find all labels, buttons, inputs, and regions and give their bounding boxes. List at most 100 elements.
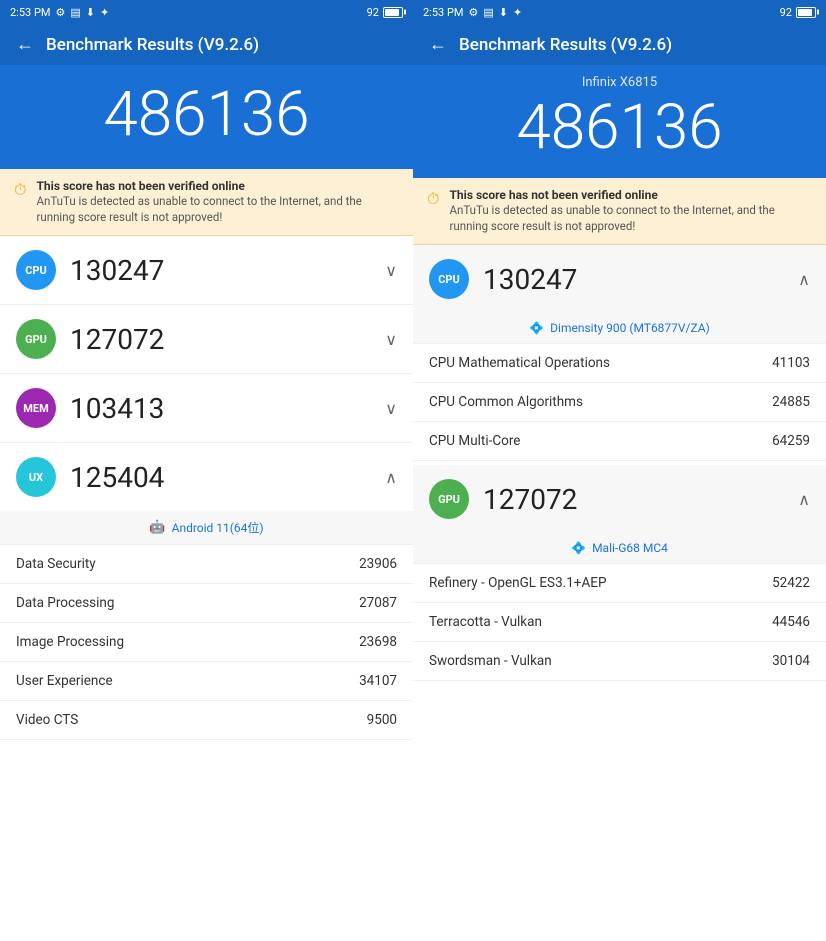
mem-score-left: 103413 — [70, 392, 385, 425]
warning-body-right: AnTuTu is detected as unable to connect … — [449, 202, 812, 234]
cpu-expand-right[interactable]: ∧ — [798, 270, 810, 289]
gpu-score-left: 127072 — [70, 323, 385, 356]
gpu-chip-label: Mali-G68 MC4 — [592, 541, 668, 555]
time-left: 2:53 PM — [10, 6, 50, 19]
android-label: Android 11(64位) — [172, 519, 264, 536]
warning-icon-left: ⏱ — [14, 180, 26, 200]
gpu-terracotta-row: Terracotta - Vulkan 44546 — [413, 603, 826, 642]
header-left: ← Benchmark Results (V9.2.6) — [0, 24, 413, 65]
download-icon: ⬇ — [86, 6, 95, 19]
time-right: 2:53 PM — [423, 6, 463, 19]
cpu-math-label: CPU Mathematical Operations — [429, 355, 610, 371]
signal-icon-r: ✦ — [513, 6, 522, 19]
user-experience-value: 34107 — [359, 673, 397, 689]
mem-row-left[interactable]: MEM 103413 ∨ — [0, 374, 413, 443]
ux-badge-left: UX — [16, 457, 56, 497]
battery-fill-right — [798, 9, 812, 16]
back-button-left[interactable]: ← — [16, 34, 34, 55]
gpu-row-right[interactable]: GPU 127072 ∧ — [413, 465, 826, 533]
device-name: Infinix X6815 — [413, 75, 826, 90]
gpu-chip-header: 💠 Mali-G68 MC4 — [413, 533, 826, 564]
gpu-expand-right[interactable]: ∧ — [798, 490, 810, 509]
warning-box-right: ⏱ This score has not been verified onlin… — [413, 178, 826, 245]
ux-row-data-security: Data Security 23906 — [0, 545, 413, 584]
score-section-right: Infinix X6815 486136 — [413, 65, 826, 178]
ux-score-left: 125404 — [70, 461, 385, 494]
ux-expanded-section: Data Security 23906 Data Processing 2708… — [0, 545, 413, 740]
ux-row-data-processing: Data Processing 27087 — [0, 584, 413, 623]
data-security-value: 23906 — [359, 556, 397, 572]
main-score-left: 486136 — [0, 81, 413, 149]
battery-fill-left — [385, 9, 399, 16]
back-button-right[interactable]: ← — [429, 34, 447, 55]
status-bar-right: 2:53 PM ⚙ ▤ ⬇ ✦ 92 — [413, 0, 826, 24]
cpu-badge-left: CPU — [16, 250, 56, 290]
cpu-algo-row: CPU Common Algorithms 24885 — [413, 383, 826, 422]
battery-label-right: 92 — [780, 6, 792, 19]
warning-text-right: This score has not been verified online … — [449, 188, 812, 234]
gpu-row-left[interactable]: GPU 127072 ∨ — [0, 305, 413, 374]
warning-icon-right: ⏱ — [427, 189, 439, 209]
android-icon: 🤖 — [149, 520, 165, 535]
ux-row-video-cts: Video CTS 9500 — [0, 701, 413, 740]
gpu-swordsman-label: Swordsman - Vulkan — [429, 653, 552, 669]
data-processing-value: 27087 — [359, 595, 397, 611]
sim-icon: ▤ — [70, 6, 80, 19]
benchmark-content-left: CPU 130247 ∨ GPU 127072 ∨ MEM 103413 ∨ U… — [0, 236, 413, 941]
gpu-swordsman-value: 30104 — [772, 653, 810, 669]
cpu-multicore-value: 64259 — [772, 433, 810, 449]
signal-icon: ✦ — [100, 6, 109, 19]
cpu-math-row: CPU Mathematical Operations 41103 — [413, 344, 826, 383]
user-experience-label: User Experience — [16, 673, 113, 689]
gpu-sub-section: 💠 Mali-G68 MC4 Refinery - OpenGL ES3.1+A… — [413, 533, 826, 681]
android-badge-row: 🤖 Android 11(64位) — [0, 511, 413, 545]
settings-icon-r: ⚙ — [468, 6, 478, 19]
warning-box-left: ⏱ This score has not been verified onlin… — [0, 169, 413, 236]
chip-icon-gpu: 💠 — [571, 541, 586, 555]
cpu-multicore-label: CPU Multi-Core — [429, 433, 520, 449]
warning-title-right: This score has not been verified online — [449, 188, 812, 202]
data-processing-label: Data Processing — [16, 595, 114, 611]
status-bar-left: 2:53 PM ⚙ ▤ ⬇ ✦ 92 — [0, 0, 413, 24]
cpu-sub-section: 💠 Dimensity 900 (MT6877V/ZA) CPU Mathema… — [413, 313, 826, 461]
sim-icon-r: ▤ — [483, 6, 493, 19]
data-security-label: Data Security — [16, 556, 96, 572]
header-title-left: Benchmark Results (V9.2.6) — [46, 35, 259, 55]
ux-expand-left[interactable]: ∧ — [385, 468, 397, 487]
mem-expand-left[interactable]: ∨ — [385, 399, 397, 418]
battery-label-left: 92 — [367, 6, 379, 19]
gpu-terracotta-value: 44546 — [772, 614, 810, 630]
chip-icon-cpu: 💠 — [529, 321, 544, 335]
cpu-expand-left[interactable]: ∨ — [385, 261, 397, 280]
gpu-swordsman-row: Swordsman - Vulkan 30104 — [413, 642, 826, 681]
image-processing-value: 23698 — [359, 634, 397, 650]
cpu-row-left[interactable]: CPU 130247 ∨ — [0, 236, 413, 305]
image-processing-label: Image Processing — [16, 634, 124, 650]
warning-title-left: This score has not been verified online — [36, 179, 399, 193]
gpu-badge-right: GPU — [429, 479, 469, 519]
cpu-multicore-row: CPU Multi-Core 64259 — [413, 422, 826, 461]
cpu-chip-header: 💠 Dimensity 900 (MT6877V/ZA) — [413, 313, 826, 344]
gpu-refinery-row: Refinery - OpenGL ES3.1+AEP 52422 — [413, 564, 826, 603]
video-cts-value: 9500 — [367, 712, 397, 728]
cpu-badge-right: CPU — [429, 259, 469, 299]
cpu-row-right[interactable]: CPU 130247 ∧ — [413, 245, 826, 313]
right-panel: 2:53 PM ⚙ ▤ ⬇ ✦ 92 ← Benchmark Results (… — [413, 0, 826, 941]
cpu-score-right: 130247 — [483, 263, 798, 296]
cpu-chip-label: Dimensity 900 (MT6877V/ZA) — [550, 321, 710, 335]
gpu-expand-left[interactable]: ∨ — [385, 330, 397, 349]
battery-icon-right — [796, 7, 816, 18]
ux-row-left[interactable]: UX 125404 ∧ — [0, 443, 413, 511]
cpu-math-value: 41103 — [772, 355, 810, 371]
gpu-badge-left: GPU — [16, 319, 56, 359]
warning-body-left: AnTuTu is detected as unable to connect … — [36, 193, 399, 225]
video-cts-label: Video CTS — [16, 712, 78, 728]
score-section-left: 486136 — [0, 65, 413, 169]
header-right: ← Benchmark Results (V9.2.6) — [413, 24, 826, 65]
ux-row-image-processing: Image Processing 23698 — [0, 623, 413, 662]
cpu-algo-value: 24885 — [772, 394, 810, 410]
gpu-terracotta-label: Terracotta - Vulkan — [429, 614, 542, 630]
cpu-algo-label: CPU Common Algorithms — [429, 394, 583, 410]
mem-badge-left: MEM — [16, 388, 56, 428]
gpu-refinery-value: 52422 — [772, 575, 810, 591]
